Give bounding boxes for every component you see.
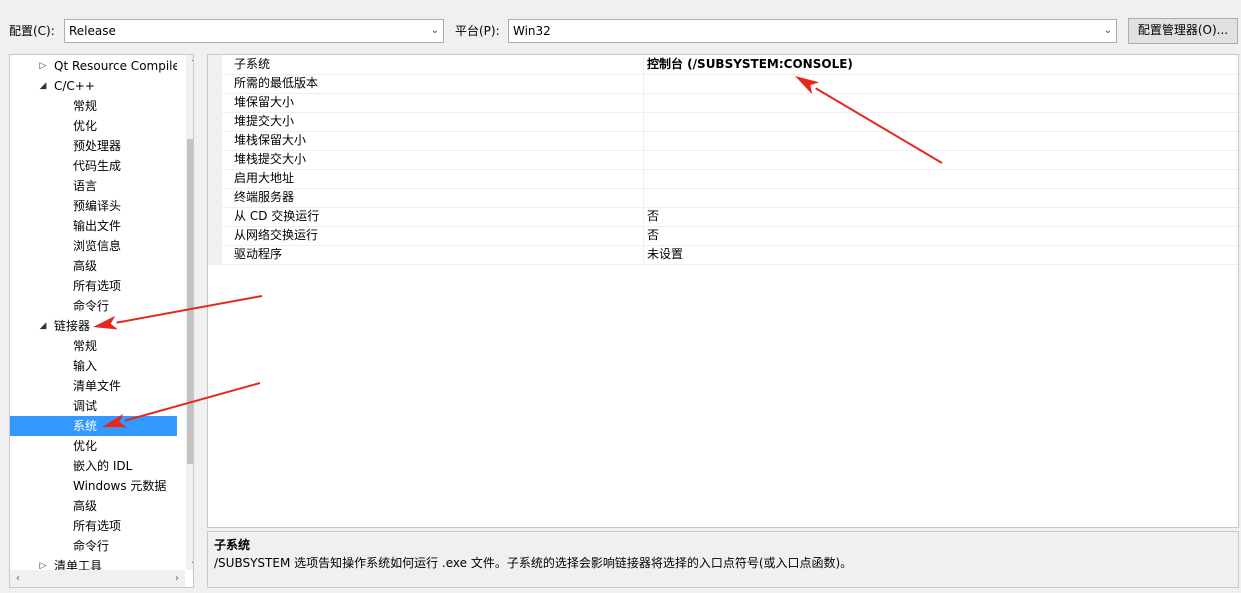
annotation-arrow-head	[795, 76, 820, 95]
annotation-arrow-shaft	[815, 87, 943, 164]
annotation-arrows	[93, 76, 943, 428]
annotation-arrow-head	[93, 315, 118, 330]
annotation-arrow-shaft	[124, 382, 261, 422]
annotation-arrow-shaft	[116, 295, 263, 324]
annotation-arrow-head	[102, 413, 127, 428]
